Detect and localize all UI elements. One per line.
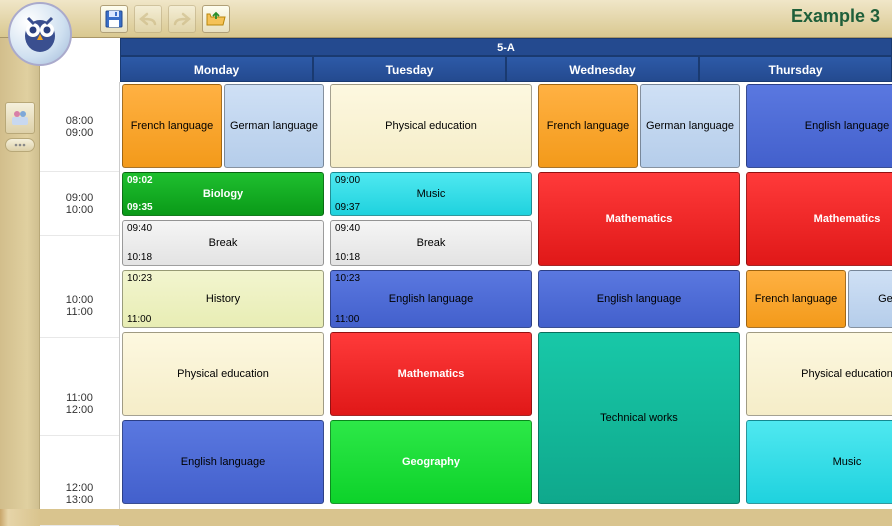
floppy-icon xyxy=(105,10,123,28)
lesson-end: 10:18 xyxy=(335,252,360,263)
day-column-wed: French language German language Mathematic… xyxy=(536,82,744,509)
lesson-start: 09:40 xyxy=(127,223,152,234)
lesson-block[interactable]: 09:40 Break 10:18 xyxy=(330,220,532,266)
lesson-label: History xyxy=(206,293,240,305)
content-area: 5-A MondayTuesdayWednesdayThursday 08:00… xyxy=(0,38,892,509)
owl-icon xyxy=(18,12,62,56)
lesson-block[interactable]: 10:23 History 11:00 xyxy=(122,270,324,328)
redo-button xyxy=(168,5,196,33)
lesson-label: English language xyxy=(181,456,265,468)
lesson-start: 09:00 xyxy=(335,175,360,186)
toolbar: Example 3 xyxy=(0,0,892,38)
lesson-label: English language xyxy=(389,293,473,305)
lesson-block[interactable]: 10:23 English language 11:00 xyxy=(330,270,532,328)
day-column-tue: Physical education 09:00 Music 09:37 09:40 Br… xyxy=(328,82,536,509)
lesson-block[interactable]: Physical education xyxy=(330,84,532,168)
lesson-label: Mathematics xyxy=(398,368,465,380)
lesson-block[interactable]: German language xyxy=(640,84,740,168)
time-slot: 08:0009:00 xyxy=(40,82,119,172)
lesson-label: Physical education xyxy=(177,368,269,380)
people-icon xyxy=(10,109,30,127)
lesson-label: English language xyxy=(805,120,889,132)
lesson-block[interactable]: Mathematics xyxy=(746,172,892,266)
app-logo[interactable] xyxy=(8,2,72,66)
lesson-block[interactable]: Technical works xyxy=(538,332,740,504)
lesson-label: French language xyxy=(755,293,838,305)
lesson-label: Mathematics xyxy=(814,213,881,225)
save-button[interactable] xyxy=(100,5,128,33)
lesson-block[interactable]: 09:40 Break 10:18 xyxy=(122,220,324,266)
lesson-block[interactable]: Physical education xyxy=(122,332,324,416)
redo-icon xyxy=(173,12,191,26)
lesson-label: Music xyxy=(833,456,862,468)
lesson-start: 10:23 xyxy=(335,273,360,284)
lesson-label: German language xyxy=(646,120,734,132)
lesson-label: Physical education xyxy=(385,120,477,132)
lesson-end: 09:35 xyxy=(127,202,153,213)
lesson-label: Mathematics xyxy=(606,213,673,225)
time-slot: 11:0012:00 xyxy=(40,372,119,436)
lesson-block[interactable]: French language xyxy=(538,84,638,168)
page-title: Example 3 xyxy=(791,6,880,27)
lesson-label: French language xyxy=(547,120,630,132)
lesson-start: 09:40 xyxy=(335,223,360,234)
day-column-thu: English language Mathematics French langua… xyxy=(744,82,892,509)
lesson-block[interactable]: French language xyxy=(746,270,846,328)
lesson-label: Break xyxy=(417,237,446,249)
day-column-mon: French language German language 09:02 Biolo… xyxy=(120,82,328,509)
undo-button xyxy=(134,5,162,33)
day-header-monday[interactable]: Monday xyxy=(120,56,313,82)
lesson-label: English language xyxy=(597,293,681,305)
lesson-label: German xyxy=(878,293,892,305)
undo-icon xyxy=(139,12,157,26)
open-button[interactable] xyxy=(202,5,230,33)
day-header-wednesday[interactable]: Wednesday xyxy=(506,56,699,82)
lesson-label: French language xyxy=(131,120,214,132)
lesson-block[interactable]: Mathematics xyxy=(330,332,532,416)
lesson-block[interactable]: German language xyxy=(224,84,324,168)
lesson-label: Break xyxy=(209,237,238,249)
day-header-row: MondayTuesdayWednesdayThursday xyxy=(120,56,892,82)
ellipsis-icon xyxy=(13,141,27,149)
lesson-label: Music xyxy=(417,188,446,200)
time-slot: 09:0010:00 xyxy=(40,172,119,236)
lesson-block[interactable]: 09:02 Biology 09:35 xyxy=(122,172,324,216)
lesson-block[interactable]: Physical education xyxy=(746,332,892,416)
lesson-block[interactable]: Music xyxy=(746,420,892,504)
day-header-thursday[interactable]: Thursday xyxy=(699,56,892,82)
lesson-label: Biology xyxy=(203,188,243,200)
day-header-tuesday[interactable]: Tuesday xyxy=(313,56,506,82)
lesson-block[interactable]: 09:00 Music 09:37 xyxy=(330,172,532,216)
time-column: 08:0009:0009:0010:00 10:0011:00 11:0012:00… xyxy=(40,82,120,509)
rail-collapse-button[interactable] xyxy=(5,138,35,152)
lesson-label: Geography xyxy=(402,456,460,468)
lesson-end: 10:18 xyxy=(127,252,152,263)
lesson-block[interactable]: English language xyxy=(122,420,324,504)
side-rail xyxy=(0,38,40,509)
class-header[interactable]: 5-A xyxy=(120,38,892,56)
lesson-start: 09:02 xyxy=(127,175,153,186)
lesson-block[interactable]: Geography xyxy=(330,420,532,504)
lesson-block[interactable]: Mathematics xyxy=(538,172,740,266)
lesson-block[interactable]: English language xyxy=(538,270,740,328)
lesson-label: Physical education xyxy=(801,368,892,380)
lesson-label: Technical works xyxy=(600,412,678,424)
lesson-block[interactable]: English language xyxy=(746,84,892,168)
timetable-grid: 5-A MondayTuesdayWednesdayThursday 08:00… xyxy=(40,38,892,509)
lesson-block[interactable]: German xyxy=(848,270,892,328)
lesson-start: 10:23 xyxy=(127,273,152,284)
lesson-end: 11:00 xyxy=(335,314,359,325)
lesson-end: 09:37 xyxy=(335,202,360,213)
time-slot: 12:0013:00 xyxy=(40,462,119,526)
time-slot: 10:0011:00 xyxy=(40,274,119,338)
schedule-cells: French language German language 09:02 Biolo… xyxy=(120,82,892,509)
lesson-block[interactable]: French language xyxy=(122,84,222,168)
rail-classes-button[interactable] xyxy=(5,102,35,134)
lesson-end: 11:00 xyxy=(127,314,151,325)
folder-open-icon xyxy=(206,11,226,27)
lesson-label: German language xyxy=(230,120,318,132)
